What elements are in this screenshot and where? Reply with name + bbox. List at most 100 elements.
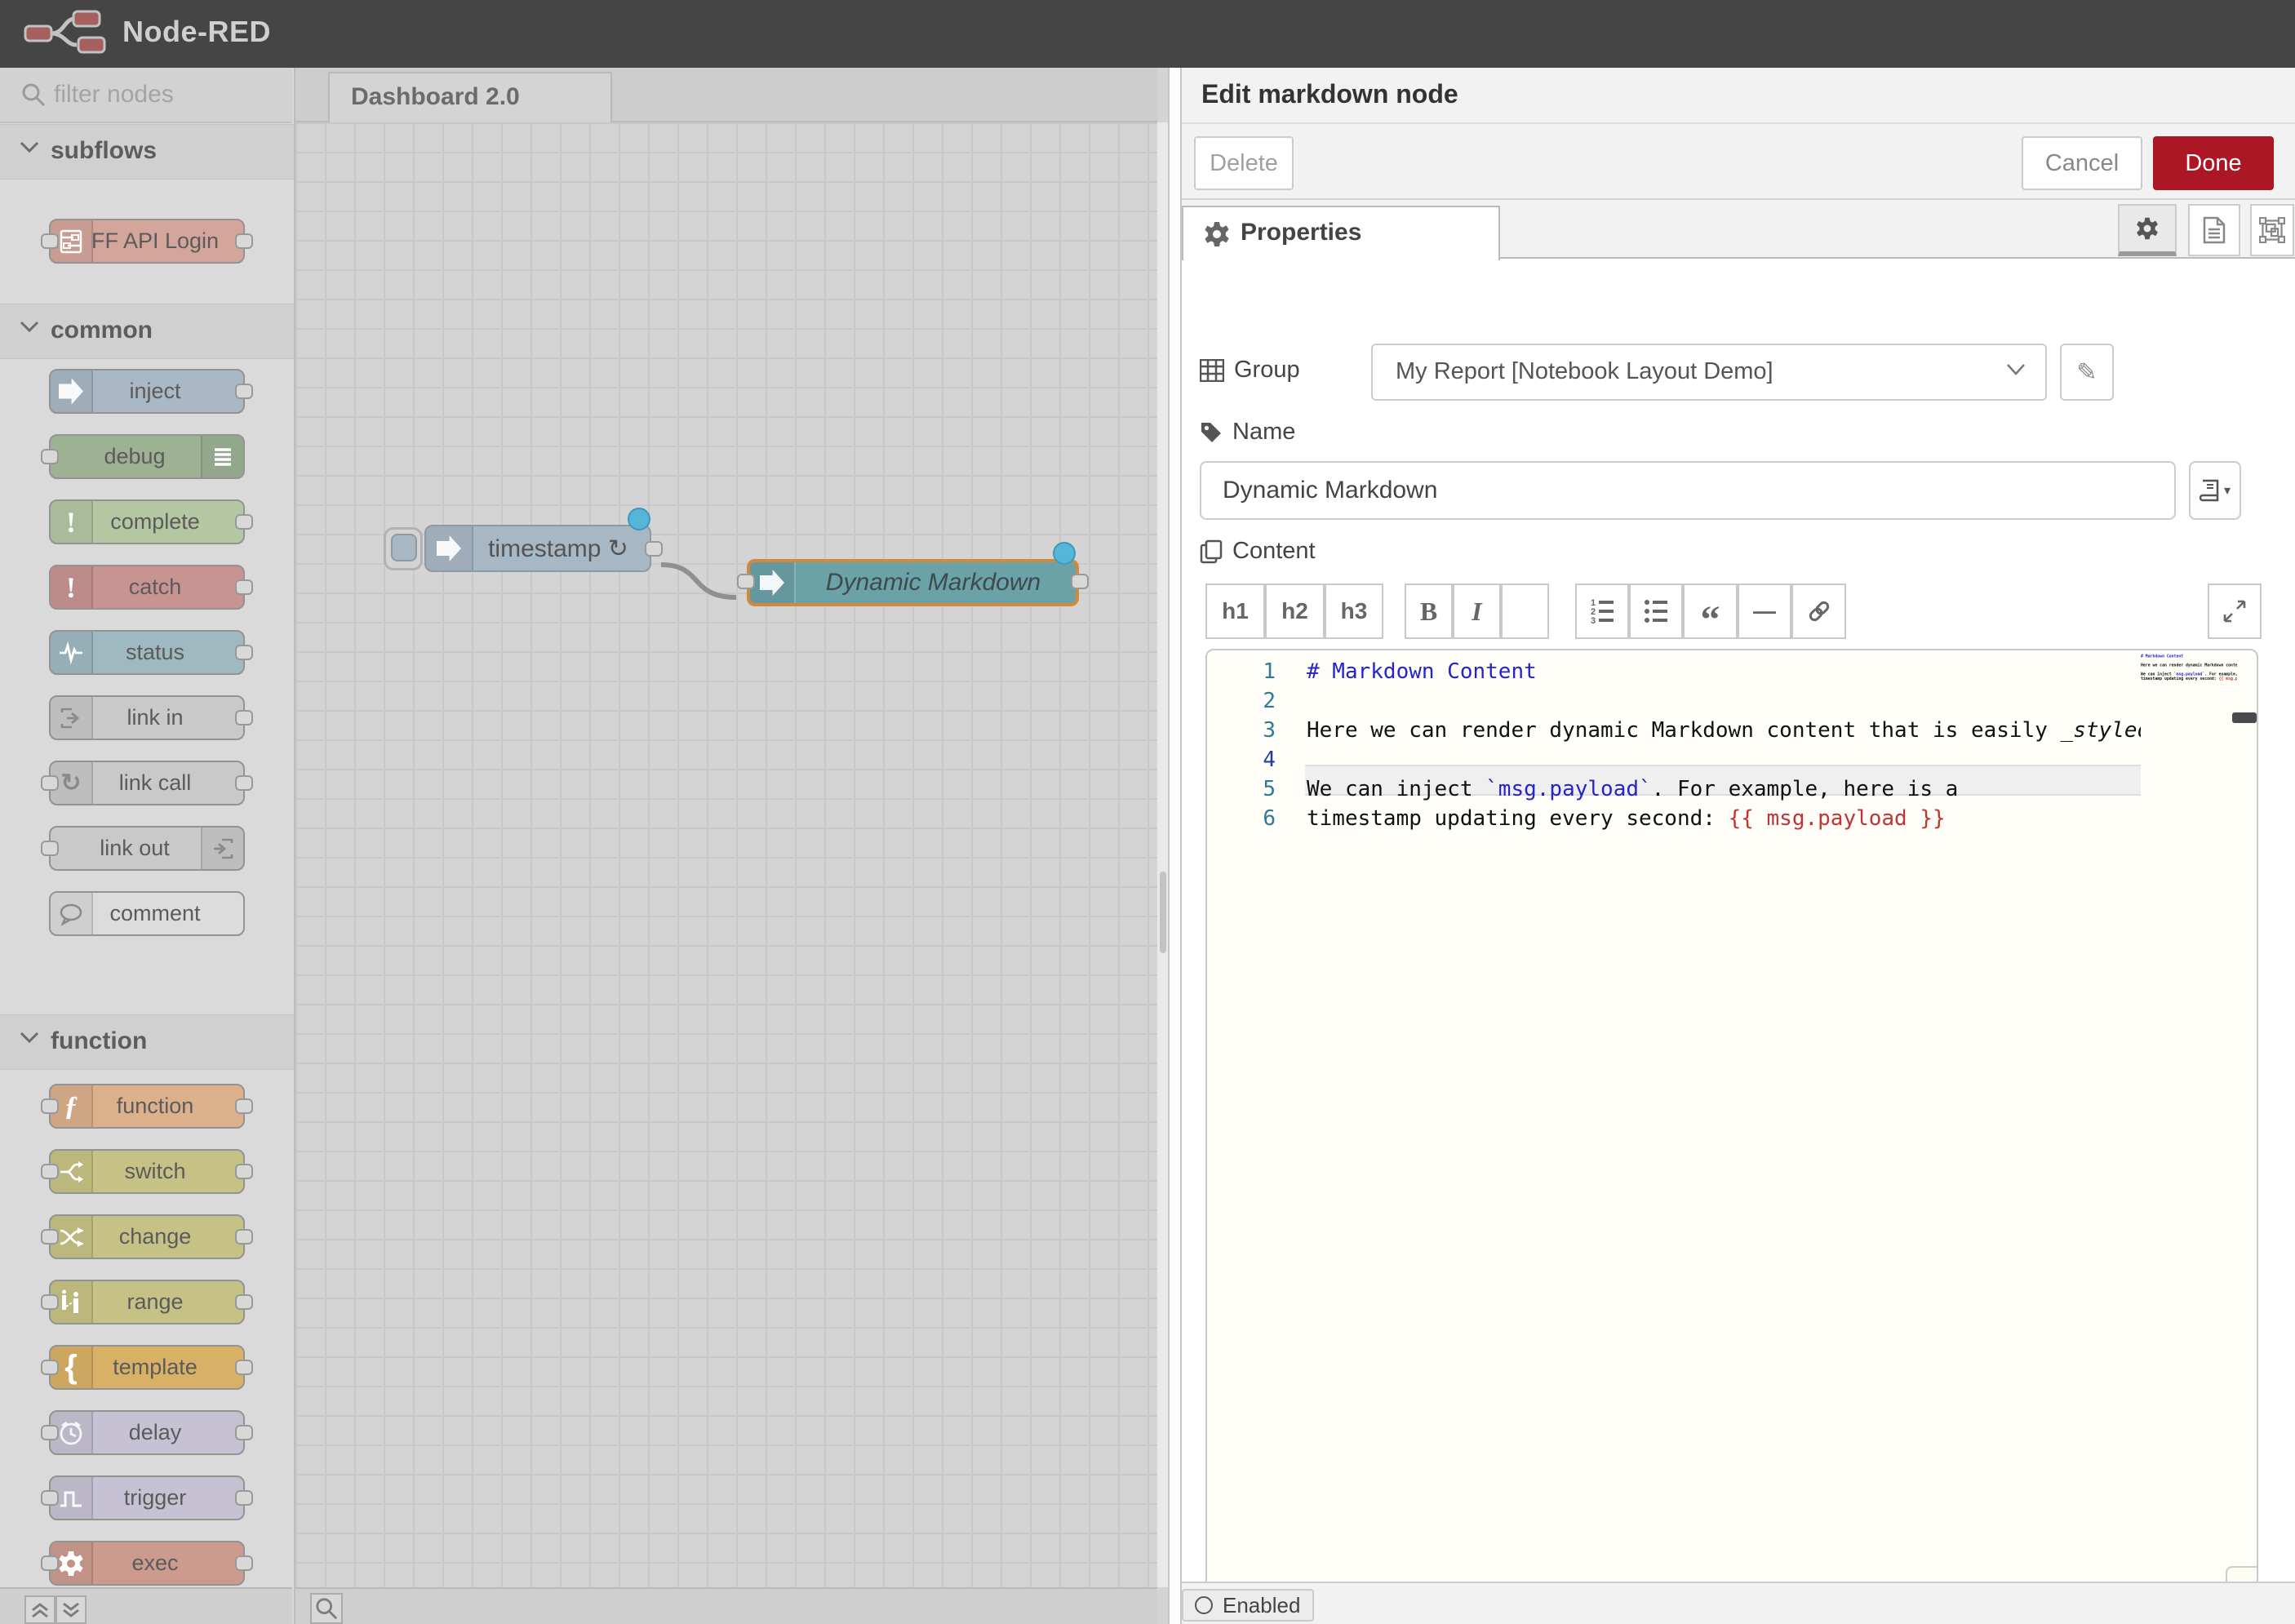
md-link-button[interactable] xyxy=(1791,583,1846,639)
editor-line[interactable]: 6timestamp updating every second: {{ msg… xyxy=(1207,804,2257,833)
palette-node-link-in[interactable]: link in xyxy=(49,695,245,740)
name-type-button[interactable]: ▾ xyxy=(2189,461,2241,520)
table-icon xyxy=(1200,359,1224,382)
md-unordered-list-button[interactable] xyxy=(1629,583,1683,639)
tab-appearance-button[interactable] xyxy=(2250,204,2294,256)
tab-description-button[interactable] xyxy=(2188,204,2240,256)
md-bold-button[interactable]: B xyxy=(1405,583,1453,639)
palette-node-range[interactable]: range xyxy=(49,1280,245,1324)
palette-node-debug[interactable]: debug xyxy=(49,434,245,479)
node-port xyxy=(235,710,253,725)
palette-node-label: change xyxy=(67,1216,243,1258)
flow-tabbar: Dashboard 2.0 xyxy=(295,68,1157,122)
palette-category-subflows[interactable]: subflows xyxy=(0,124,294,180)
palette-node-function[interactable]: ƒfunction xyxy=(49,1084,245,1129)
palette-node-switch[interactable]: switch xyxy=(49,1149,245,1194)
md-ordered-list-button[interactable]: 123 xyxy=(1575,583,1629,639)
flow-canvas[interactable]: Dashboard 2.0 timestamp ↻ xyxy=(295,68,1157,1624)
group-edit-button[interactable]: ✎ xyxy=(2060,344,2114,401)
tray-title-text: Edit markdown node xyxy=(1201,79,1458,109)
markdown-input-port[interactable] xyxy=(737,574,755,589)
palette-search[interactable] xyxy=(0,68,292,123)
node-port xyxy=(41,1229,59,1245)
md-code-button[interactable] xyxy=(1501,583,1549,639)
flow-node-timestamp[interactable]: timestamp ↻ xyxy=(424,525,651,572)
palette-node-ff-api-login[interactable]: FF API Login xyxy=(49,219,245,264)
palette-node-link-call[interactable]: ↻link call xyxy=(49,761,245,805)
chevron-down-icon xyxy=(2006,363,2026,376)
palette-node-template[interactable]: {template xyxy=(49,1345,245,1390)
md-h2-button[interactable]: h2 xyxy=(1265,583,1325,639)
md-italic-button[interactable]: I xyxy=(1453,583,1501,639)
editor-line[interactable]: 1# Markdown Content xyxy=(1207,657,2257,686)
changed-dot xyxy=(628,508,650,530)
palette-node-delay[interactable]: delay xyxy=(49,1410,245,1455)
line-text: timestamp updating every second: {{ msg.… xyxy=(1307,804,1946,833)
category-label: function xyxy=(51,1027,147,1055)
collapse-all-button[interactable] xyxy=(24,1595,55,1624)
flow-node-dynamic-markdown[interactable]: Dynamic Markdown xyxy=(747,559,1079,606)
markdown-output-port[interactable] xyxy=(1071,574,1089,589)
node-port xyxy=(235,1360,253,1375)
palette-node-inject[interactable]: inject xyxy=(49,369,245,414)
node-port xyxy=(235,1164,253,1179)
tab-properties-icon-button[interactable] xyxy=(2118,204,2177,256)
delete-button[interactable]: Delete xyxy=(1194,136,1294,190)
palette-node-link-out[interactable]: link out xyxy=(49,826,245,871)
gear-icon xyxy=(2135,216,2160,241)
expand-all-button[interactable] xyxy=(55,1595,87,1624)
group-label: Group xyxy=(1200,357,1300,384)
inject-run-button[interactable] xyxy=(384,527,423,570)
timestamp-output-port[interactable] xyxy=(645,541,663,557)
tab-properties[interactable]: Properties xyxy=(1182,206,1500,260)
markdown-code-editor[interactable]: 1# Markdown Content23Here we can render … xyxy=(1205,649,2258,1620)
editor-line[interactable]: 5We can inject `msg.payload`. For exampl… xyxy=(1207,774,2257,804)
palette-node-label: inject xyxy=(67,371,243,412)
palette-node-label: link call xyxy=(67,762,243,804)
palette-category-common[interactable]: common xyxy=(0,304,294,359)
node-label: timestamp ↻ xyxy=(475,526,641,570)
md-horizontal-rule-button[interactable]: — xyxy=(1738,583,1791,639)
workspace-grid[interactable]: timestamp ↻ Dynamic Markdown xyxy=(295,122,1157,1587)
md-quote-button[interactable]: “ xyxy=(1683,583,1738,639)
md-h3-button[interactable]: h3 xyxy=(1325,583,1383,639)
palette-node-exec[interactable]: exec xyxy=(49,1541,245,1586)
line-number: 1 xyxy=(1207,657,1276,686)
filter-nodes-input[interactable] xyxy=(52,74,276,115)
editor-scroll-indicator[interactable] xyxy=(2232,712,2257,723)
search-icon xyxy=(21,82,46,107)
cancel-button[interactable]: Cancel xyxy=(2022,136,2142,190)
done-button[interactable]: Done xyxy=(2153,136,2274,190)
enabled-toggle-button[interactable]: Enabled xyxy=(1182,1589,1314,1622)
node-port xyxy=(235,1490,253,1506)
palette-node-complete[interactable]: !complete xyxy=(49,499,245,544)
flow-tab-dashboard[interactable]: Dashboard 2.0 xyxy=(328,72,612,122)
palette-category-function[interactable]: function xyxy=(0,1014,294,1070)
category-label: subflows xyxy=(51,137,157,165)
md-expand-button[interactable] xyxy=(2208,583,2262,639)
md-h1-button[interactable]: h1 xyxy=(1205,583,1265,639)
node-red-logo-icon xyxy=(23,10,111,57)
palette-node-catch[interactable]: !catch xyxy=(49,565,245,610)
node-port xyxy=(41,233,59,249)
editor-line[interactable]: 3Here we can render dynamic Markdown con… xyxy=(1207,716,2257,745)
node-red-app: Node-RED subflowsFF API Login commoninje… xyxy=(0,0,2295,1624)
group-select[interactable]: My Report [Notebook Layout Demo] xyxy=(1371,344,2047,401)
canvas-footer xyxy=(295,1587,1157,1624)
palette-node-comment[interactable]: comment xyxy=(49,891,245,936)
palette-node-label: link out xyxy=(51,828,219,869)
palette-node-status[interactable]: status xyxy=(49,630,245,675)
editor-line[interactable]: 4 xyxy=(1207,745,2257,774)
tray-resize-grip[interactable] xyxy=(1168,68,1182,1624)
canvas-search-button[interactable] xyxy=(310,1593,343,1624)
chevron-down-icon xyxy=(20,141,39,153)
name-input[interactable] xyxy=(1200,461,2176,520)
node-port xyxy=(41,1294,59,1310)
tab-properties-label: Properties xyxy=(1241,219,1361,246)
appearance-icon xyxy=(2259,217,2285,243)
palette-node-trigger[interactable]: trigger xyxy=(49,1475,245,1520)
palette-node-change[interactable]: change xyxy=(49,1214,245,1259)
canvas-scrollbar[interactable] xyxy=(1157,122,1169,1587)
line-number: 4 xyxy=(1207,745,1276,774)
editor-line[interactable]: 2 xyxy=(1207,686,2257,716)
